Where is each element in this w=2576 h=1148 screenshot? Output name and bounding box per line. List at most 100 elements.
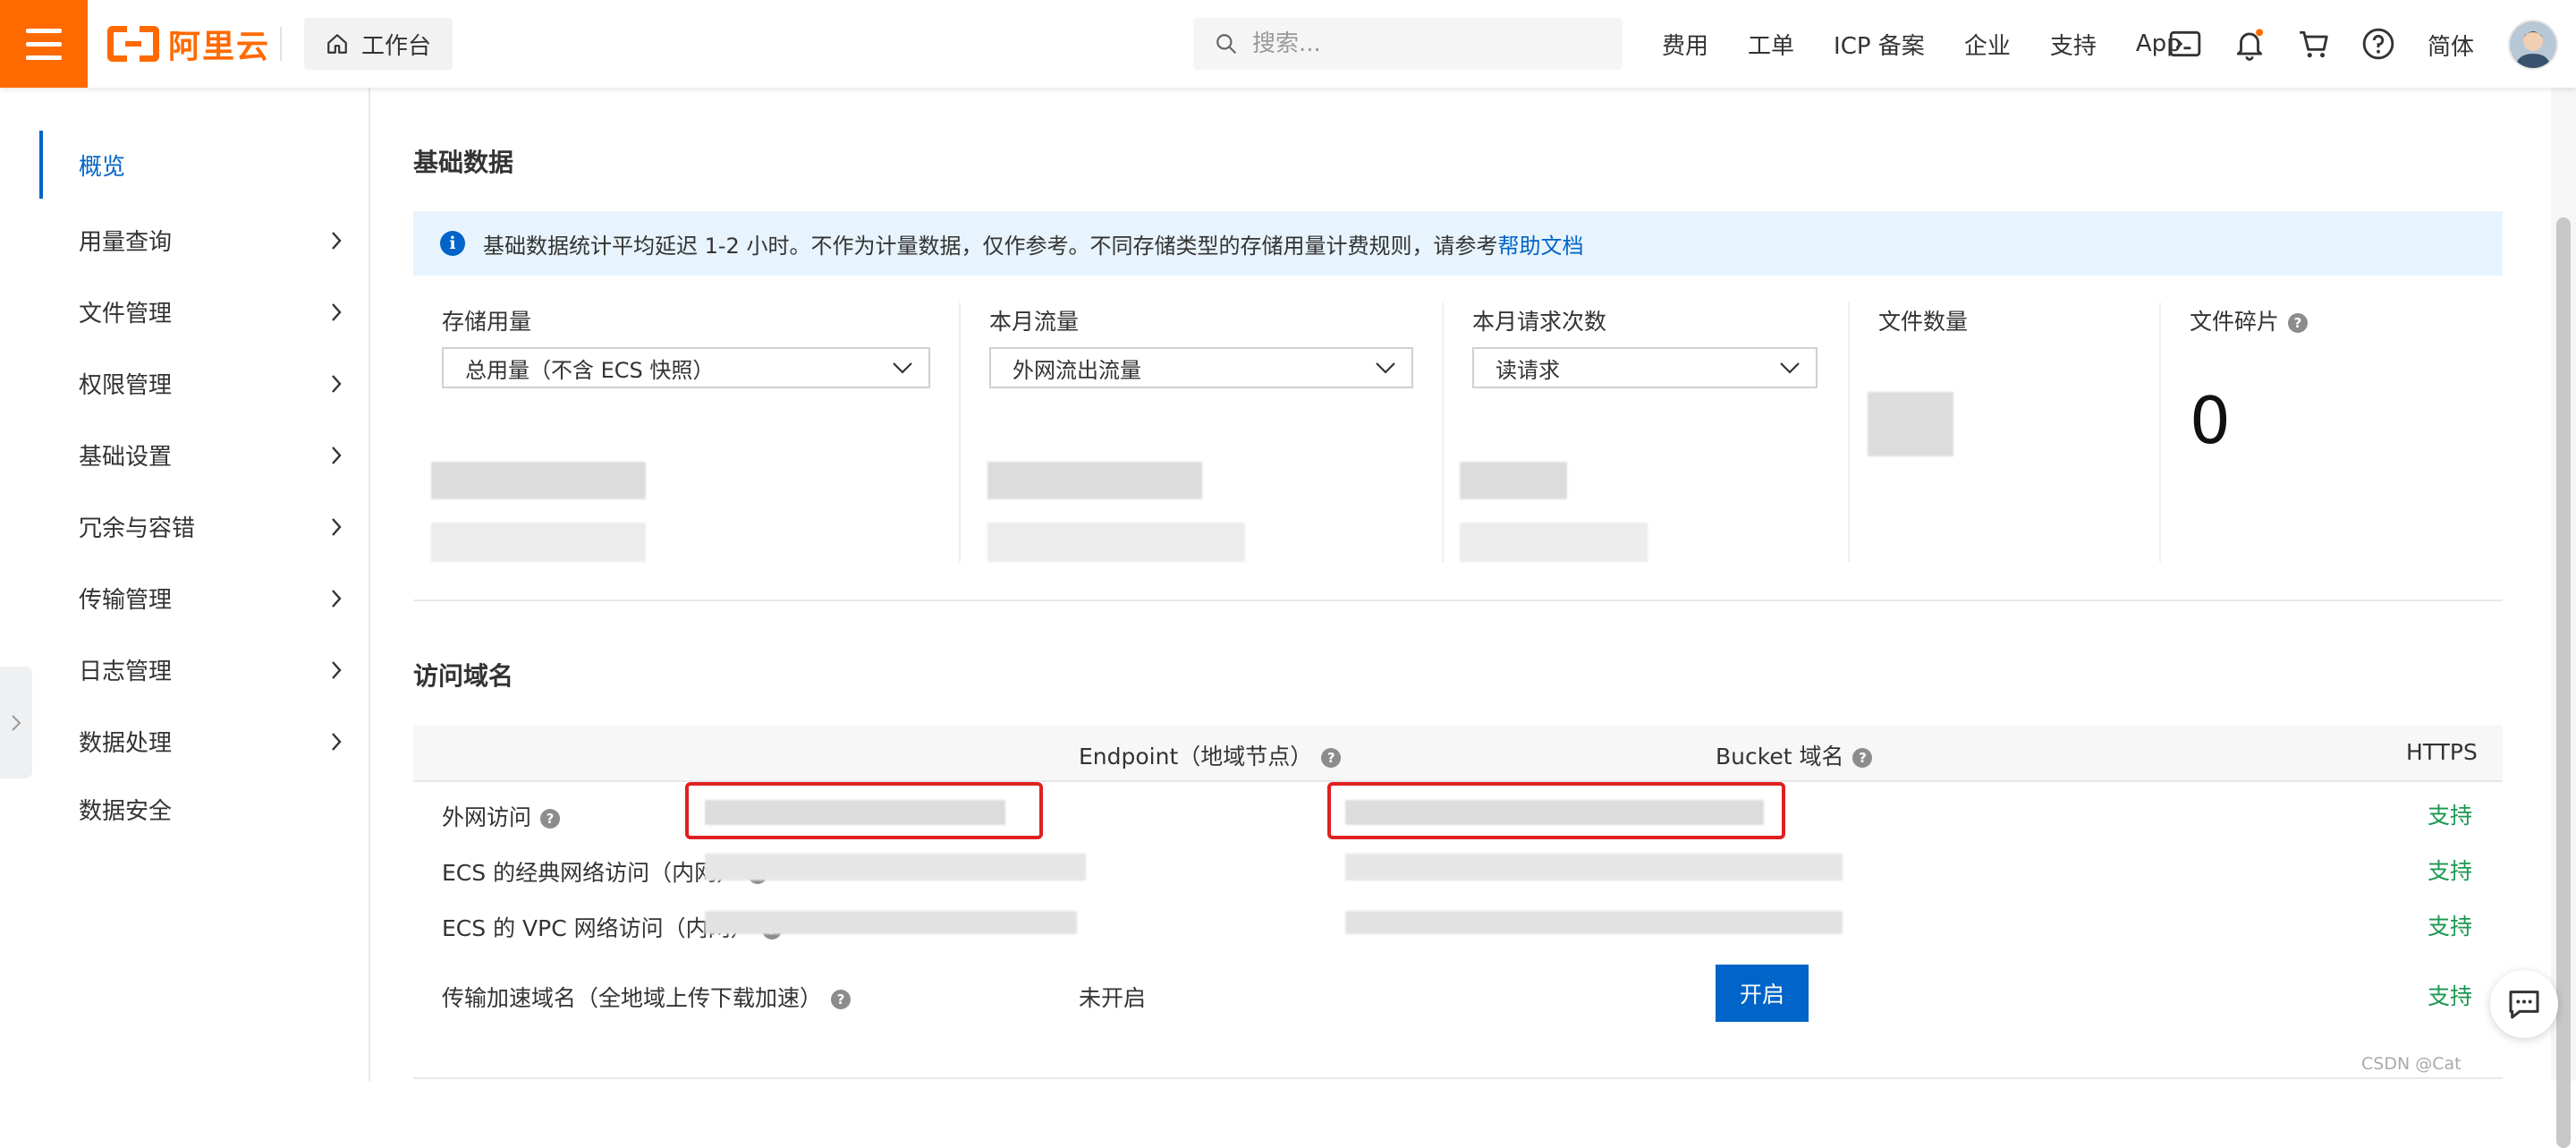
nav-link-support[interactable]: 支持 (2050, 28, 2097, 61)
sidebar-item-label: 数据安全 (79, 797, 173, 825)
chat-icon (2509, 991, 2539, 1019)
help-doc-link[interactable]: 帮助文档 (1497, 228, 1583, 259)
home-icon (327, 34, 347, 54)
enable-acceleration-button[interactable]: 开启 (1716, 965, 1809, 1022)
sidebar-item-label: 数据处理 (79, 729, 173, 757)
monthly-requests-select[interactable]: 读请求 (1472, 347, 1818, 388)
sidebar-item-label: 用量查询 (79, 228, 173, 256)
acceleration-status: 未开启 (1079, 985, 1147, 1011)
sidebar-item-data-processing[interactable]: 数据处理 (39, 707, 369, 775)
nav-link-enterprise[interactable]: 企业 (1964, 28, 2011, 61)
select-value: 总用量（不含 ECS 快照） (465, 357, 715, 383)
chevron-right-icon (332, 446, 342, 464)
chevron-down-icon (1376, 362, 1395, 374)
info-icon: i (440, 231, 465, 256)
redacted-value (1460, 462, 1567, 499)
sidebar-expand-tab[interactable] (0, 667, 32, 778)
sidebar-item-transfer-management[interactable]: 传输管理 (39, 564, 369, 632)
chevron-right-icon (332, 518, 342, 536)
divider (280, 27, 282, 61)
sidebar-item-permission-management[interactable]: 权限管理 (39, 349, 369, 417)
chevron-right-icon (332, 661, 342, 679)
workbench-label: 工作台 (361, 32, 432, 60)
monthly-traffic-select[interactable]: 外网流出流量 (989, 347, 1413, 388)
bell-icon[interactable] (2233, 27, 2267, 61)
column-header-https: HTTPS (2406, 739, 2478, 765)
nav-link-icp[interactable]: ICP 备案 (1834, 28, 1925, 61)
https-support-link[interactable]: 支持 (2428, 798, 2472, 830)
sidebar-item-label: 概览 (79, 153, 126, 181)
chat-button[interactable] (2490, 970, 2558, 1038)
section-divider (413, 600, 2503, 601)
sidebar-item-data-security[interactable]: 数据安全 (39, 775, 369, 843)
top-bar: 阿里云 工作台 费用 工单 ICP 备案 企业 支持 App (0, 0, 2576, 88)
https-support-link[interactable]: 支持 (2428, 854, 2472, 886)
top-nav-links: 费用 工单 ICP 备案 企业 支持 App (1662, 0, 2221, 88)
sidebar-item-label: 文件管理 (79, 300, 173, 327)
redacted-value (431, 523, 646, 562)
search-icon (1216, 34, 1236, 54)
sidebar-item-overview[interactable]: 概览 (39, 131, 369, 199)
sidebar-item-log-management[interactable]: 日志管理 (39, 635, 369, 703)
search-box[interactable] (1193, 18, 1623, 70)
nav-link-billing[interactable]: 费用 (1662, 28, 1708, 61)
sidebar-item-usage-query[interactable]: 用量查询 (39, 206, 369, 274)
aliyun-logo-icon (107, 26, 159, 62)
table-row-label: 传输加速域名（全地域上传下载加速）? (442, 981, 852, 1013)
file-count-label: 文件数量 (1878, 309, 1969, 335)
notice-text: 基础数据统计平均延迟 1-2 小时。不作为计量数据，仅作参考。不同存储类型的存储… (483, 233, 1498, 259)
redacted-value (1460, 523, 1648, 562)
main-content: 基础数据 i 基础数据统计平均延迟 1-2 小时。不作为计量数据，仅作参考。不同… (370, 88, 2544, 1081)
select-value: 读请求 (1496, 357, 1560, 383)
info-notice: i 基础数据统计平均延迟 1-2 小时。不作为计量数据，仅作参考。不同存储类型的… (413, 211, 2503, 276)
sidebar: 概览 用量查询 文件管理 权限管理 基础设置 冗余与容错 传输管理 日志管理 数… (39, 88, 370, 1081)
sidebar-item-label: 权限管理 (79, 371, 173, 399)
redacted-value (1868, 392, 1953, 456)
chevron-right-icon (332, 303, 342, 321)
file-fragments-value: 0 (2190, 383, 2231, 458)
sidebar-item-label: 冗余与容错 (79, 514, 196, 542)
aliyun-logo[interactable]: 阿里云 (107, 23, 270, 65)
search-input[interactable] (1252, 30, 1610, 57)
scrollbar-thumb[interactable] (2556, 217, 2571, 1148)
monthly-traffic-label: 本月流量 (989, 309, 1080, 335)
hamburger-menu-button[interactable] (0, 0, 88, 88)
redacted-endpoint (705, 911, 1077, 934)
avatar[interactable] (2508, 20, 2558, 70)
https-support-link[interactable]: 支持 (2428, 909, 2472, 941)
question-icon[interactable]: ? (540, 809, 561, 829)
https-support-link[interactable]: 支持 (2428, 979, 2472, 1011)
chevron-down-icon (893, 362, 912, 374)
chevron-right-icon (332, 733, 342, 751)
language-switch[interactable]: 简体 (2428, 29, 2474, 62)
sidebar-item-basic-settings[interactable]: 基础设置 (39, 421, 369, 489)
column-header-endpoint: Endpoint（地域节点）? (1079, 739, 1342, 771)
storage-usage-select[interactable]: 总用量（不含 ECS 快照） (442, 347, 930, 388)
chevron-right-icon (332, 232, 342, 250)
help-icon[interactable] (2361, 27, 2395, 61)
stat-divider (959, 302, 961, 562)
redacted-bucket-domain (1345, 854, 1843, 880)
question-icon[interactable]: ? (1852, 748, 1873, 768)
question-icon[interactable]: ? (831, 990, 852, 1009)
question-icon[interactable]: ? (1321, 748, 1342, 768)
sidebar-item-file-management[interactable]: 文件管理 (39, 277, 369, 345)
workbench-button[interactable]: 工作台 (304, 18, 453, 70)
basic-data-title: 基础数据 (413, 148, 514, 177)
cart-icon[interactable] (2297, 27, 2331, 61)
monthly-requests-label: 本月请求次数 (1472, 309, 1607, 335)
file-fragments-label: 文件碎片? (2190, 304, 2309, 336)
select-value: 外网流出流量 (1013, 357, 1141, 383)
question-icon[interactable]: ? (2288, 313, 2309, 333)
chevron-right-icon (12, 714, 21, 731)
stat-divider (2159, 302, 2161, 562)
highlight-box (1327, 782, 1785, 839)
redacted-value (431, 462, 646, 499)
nav-link-ticket[interactable]: 工单 (1748, 28, 1794, 61)
access-domain-title: 访问域名 (413, 661, 514, 691)
sidebar-item-label: 传输管理 (79, 586, 173, 614)
terminal-icon[interactable] (2168, 27, 2202, 61)
redacted-value (987, 523, 1245, 562)
sidebar-item-redundancy[interactable]: 冗余与容错 (39, 492, 369, 560)
page-scrollbar[interactable] (2551, 88, 2576, 1148)
